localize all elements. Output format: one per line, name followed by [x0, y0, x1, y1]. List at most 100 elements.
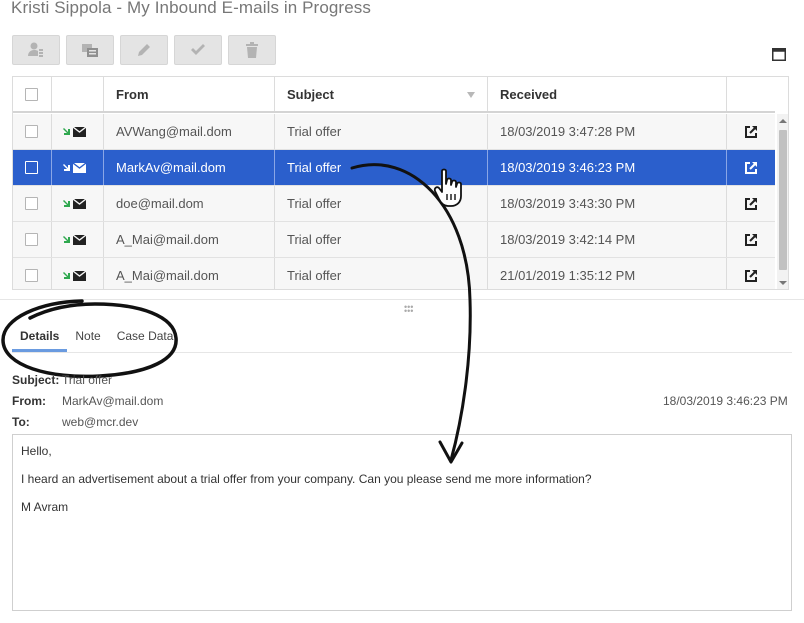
- edit-button[interactable]: [120, 35, 168, 65]
- table-row[interactable]: A_Mai@mail.dom Trial offer 18/03/2019 3:42…: [13, 222, 775, 258]
- open-external-icon[interactable]: [744, 269, 758, 283]
- header-subject-label: Subject: [287, 86, 334, 102]
- grid-scrollbar[interactable]: [777, 114, 788, 289]
- from-text: doe@mail.dom: [116, 196, 204, 211]
- received-cell: 18/03/2019 3:46:23 PM: [488, 150, 727, 185]
- select-cell: [13, 222, 52, 257]
- window-title: Kristi Sippola - My Inbound E-mails in P…: [11, 0, 371, 17]
- select-cell: [13, 114, 52, 149]
- header-from-label: From: [116, 86, 149, 102]
- mark-done-button[interactable]: [174, 35, 222, 65]
- received-text: 18/03/2019 3:43:30 PM: [500, 196, 636, 211]
- from-cell: AVWang@mail.dom: [104, 114, 275, 149]
- received-text: 18/03/2019 3:47:28 PM: [500, 124, 636, 139]
- envelope-icon: [73, 126, 86, 137]
- open-external-icon[interactable]: [744, 125, 758, 139]
- open-external-icon[interactable]: [744, 233, 758, 247]
- table-row[interactable]: A_Mai@mail.dom Trial offer 21/01/2019 1:35…: [13, 258, 775, 289]
- scroll-thumb[interactable]: [779, 130, 787, 270]
- transfer-button[interactable]: [66, 35, 114, 65]
- select-cell: [13, 258, 52, 289]
- user-info-icon: [28, 42, 43, 57]
- pencil-icon: [138, 44, 150, 56]
- transfer-icon: [82, 44, 98, 57]
- row-checkbox[interactable]: [25, 233, 38, 246]
- received-text: 18/03/2019 3:46:23 PM: [500, 160, 636, 175]
- header-subject[interactable]: Subject: [275, 77, 488, 111]
- select-cell: [13, 150, 52, 185]
- inbound-arrow-icon: [63, 236, 70, 243]
- to-value: web@mcr.dev: [62, 415, 139, 429]
- contact-info-button[interactable]: [12, 35, 60, 65]
- from-text: MarkAv@mail.dom: [116, 160, 226, 175]
- envelope-icon: [73, 162, 86, 173]
- detail-date: 18/03/2019 3:46:23 PM: [663, 394, 788, 408]
- message-body[interactable]: Hello, I heard an advertisement about a …: [12, 434, 792, 611]
- received-cell: 18/03/2019 3:42:14 PM: [488, 222, 727, 257]
- row-checkbox[interactable]: [25, 125, 38, 138]
- select-cell: [13, 186, 52, 221]
- from-label: From:: [12, 394, 46, 408]
- header-from[interactable]: From: [104, 77, 275, 111]
- inbound-arrow-icon: [63, 164, 70, 171]
- table-row[interactable]: MarkAv@mail.dom Trial offer 18/03/2019 3:4…: [13, 150, 775, 186]
- received-cell: 18/03/2019 3:43:30 PM: [488, 186, 727, 221]
- from-cell: A_Mai@mail.dom: [104, 258, 275, 289]
- received-cell: 18/03/2019 3:47:28 PM: [488, 114, 727, 149]
- message-signature: M Avram: [21, 500, 69, 514]
- status-cell: [52, 114, 104, 149]
- row-checkbox[interactable]: [25, 269, 38, 282]
- open-cell: [727, 114, 775, 149]
- delete-button[interactable]: [228, 35, 276, 65]
- received-text: 18/03/2019 3:42:14 PM: [500, 232, 636, 247]
- envelope-icon: [73, 270, 86, 281]
- from-cell: MarkAv@mail.dom: [104, 150, 275, 185]
- maximize-icon[interactable]: [772, 48, 786, 61]
- received-cell: 21/01/2019 1:35:12 PM: [488, 258, 727, 289]
- from-text: AVWang@mail.dom: [116, 124, 232, 139]
- scroll-up-icon[interactable]: [779, 117, 787, 125]
- hand-cursor-icon: [433, 168, 462, 207]
- inbound-arrow-icon: [63, 272, 70, 279]
- select-all-checkbox[interactable]: [25, 87, 38, 101]
- message-greeting: Hello,: [21, 444, 52, 458]
- open-cell: [727, 258, 775, 289]
- subject-text: Trial offer: [287, 124, 342, 139]
- detail-from-row: From: MarkAv@mail.dom: [12, 394, 163, 408]
- scroll-down-icon[interactable]: [779, 279, 787, 287]
- inbound-arrow-icon: [63, 128, 70, 135]
- from-cell: doe@mail.dom: [104, 186, 275, 221]
- table-row[interactable]: doe@mail.dom Trial offer 18/03/2019 3:43:3…: [13, 186, 775, 222]
- status-cell: [52, 150, 104, 185]
- subject-cell: Trial offer: [275, 114, 488, 149]
- row-checkbox[interactable]: [25, 197, 38, 210]
- checkmark-icon: [191, 44, 205, 55]
- received-text: 21/01/2019 1:35:12 PM: [500, 268, 636, 283]
- subject-text: Trial offer: [287, 268, 342, 283]
- from-value: MarkAv@mail.dom: [62, 394, 164, 408]
- table-row[interactable]: AVWang@mail.dom Trial offer 18/03/2019 3:4…: [13, 114, 775, 150]
- status-cell: [52, 258, 104, 289]
- from-text: A_Mai@mail.dom: [116, 268, 219, 283]
- grip-icon[interactable]: ••• •••: [404, 303, 413, 316]
- toolbar: [12, 35, 276, 65]
- status-cell: [52, 186, 104, 221]
- subject-text: Trial offer: [287, 232, 342, 247]
- open-cell: [727, 222, 775, 257]
- detail-subject-row: Subject: Trial offer: [12, 373, 112, 387]
- subject-label: Subject:: [12, 373, 60, 387]
- open-cell: [727, 150, 775, 185]
- header-open-cell: [727, 77, 775, 111]
- from-cell: A_Mai@mail.dom: [104, 222, 275, 257]
- header-status-cell: [52, 77, 104, 111]
- inbound-arrow-icon: [63, 200, 70, 207]
- header-received[interactable]: Received: [488, 77, 727, 111]
- detail-to-row: To: web@mcr.dev: [12, 415, 138, 429]
- grid-header: From Subject Received: [13, 77, 775, 113]
- trash-icon: [246, 42, 258, 58]
- message-text: I heard an advertisement about a trial o…: [21, 472, 592, 486]
- open-external-icon[interactable]: [744, 197, 758, 211]
- row-checkbox[interactable]: [25, 161, 38, 174]
- header-received-label: Received: [500, 86, 558, 102]
- open-external-icon[interactable]: [744, 161, 758, 175]
